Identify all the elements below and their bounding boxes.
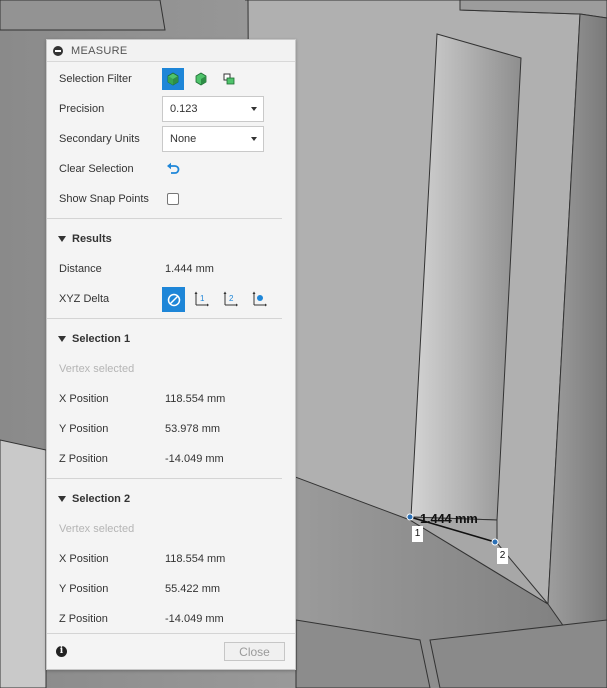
selection-2-section-header[interactable]: Selection 2 <box>47 484 295 514</box>
panel-footer: i Close <box>47 633 295 669</box>
xyz-delta-none-button[interactable] <box>162 287 185 312</box>
dimension-label: 1.444 mm <box>420 511 478 526</box>
edge-icon <box>223 73 235 85</box>
xyz-delta-1-button[interactable]: 1 <box>190 288 212 310</box>
point-2-tag: 2 <box>497 548 508 564</box>
x-position-value: 118.554 mm <box>165 553 226 565</box>
measure-panel: MEASURE Selection Filter Precision 0.123… <box>46 39 296 670</box>
selection-2-y-row: Y Position 55.422 mm <box>47 574 295 604</box>
measure-point-2[interactable] <box>491 538 499 546</box>
y-position-value: 55.422 mm <box>165 583 221 595</box>
x-position-label: X Position <box>59 393 109 405</box>
selection-2-x-row: X Position 118.554 mm <box>47 544 295 574</box>
x-position-label: X Position <box>59 553 109 565</box>
chevron-down-icon <box>251 137 257 141</box>
selection-1-x-row: X Position 118.554 mm <box>47 384 295 414</box>
y-position-value: 53.978 mm <box>165 423 221 435</box>
x-position-value: 118.554 mm <box>165 393 226 405</box>
point-1-tag: 1 <box>412 526 423 542</box>
y-position-label: Y Position <box>59 583 109 595</box>
axis-delta-1-icon: 1 <box>194 291 209 307</box>
selection-1-status-row: Vertex selected <box>47 354 295 384</box>
measure-point-1[interactable] <box>406 513 414 521</box>
triangle-down-icon <box>58 236 66 242</box>
panel-title: MEASURE <box>71 44 128 57</box>
filter-body-button[interactable] <box>162 68 184 90</box>
selection-filter-label: Selection Filter <box>59 73 132 85</box>
show-snap-points-checkbox[interactable] <box>167 193 179 205</box>
clear-selection-row: Clear Selection <box>47 154 295 184</box>
xyz-delta-label: XYZ Delta <box>59 293 110 305</box>
secondary-units-dropdown[interactable]: None <box>162 126 264 152</box>
secondary-units-row: Secondary Units None <box>47 124 295 154</box>
selection-2-title: Selection 2 <box>72 493 131 505</box>
selection-1-title: Selection 1 <box>72 333 131 345</box>
face-cube-icon <box>195 72 207 86</box>
results-section-header[interactable]: Results <box>47 224 295 254</box>
show-snap-points-label: Show Snap Points <box>59 193 149 205</box>
no-delta-icon <box>167 293 180 306</box>
axis-delta-2-icon: 2 <box>223 291 238 307</box>
precision-value: 0.123 <box>170 103 198 115</box>
filter-face-button[interactable] <box>190 68 212 90</box>
z-position-label: Z Position <box>59 453 108 465</box>
xyz-delta-global-button[interactable] <box>248 288 270 310</box>
close-button[interactable]: Close <box>224 642 285 661</box>
body-cube-icon <box>167 72 179 86</box>
triangle-down-icon <box>58 496 66 502</box>
z-position-value: -14.049 mm <box>165 613 224 625</box>
z-position-value: -14.049 mm <box>165 453 224 465</box>
selection-1-y-row: Y Position 53.978 mm <box>47 414 295 444</box>
distance-value: 1.444 mm <box>165 263 214 275</box>
selection-2-z-row: Z Position -14.049 mm <box>47 604 295 634</box>
filter-edge-button[interactable] <box>218 68 240 90</box>
selection-2-status-row: Vertex selected <box>47 514 295 544</box>
distance-row: Distance 1.444 mm <box>47 254 295 284</box>
selection-filter-row: Selection Filter <box>47 64 295 94</box>
show-snap-points-row: Show Snap Points <box>47 184 295 214</box>
selection-1-z-row: Z Position -14.049 mm <box>47 444 295 474</box>
z-position-label: Z Position <box>59 613 108 625</box>
precision-dropdown[interactable]: 0.123 <box>162 96 264 122</box>
selection-2-status: Vertex selected <box>59 523 135 535</box>
panel-header: MEASURE <box>47 40 295 62</box>
xyz-delta-2-button[interactable]: 2 <box>219 288 241 310</box>
divider <box>47 218 282 219</box>
selection-1-section-header[interactable]: Selection 1 <box>47 324 295 354</box>
divider <box>47 478 282 479</box>
svg-text:2: 2 <box>229 294 234 303</box>
xyz-delta-row: XYZ Delta 1 2 <box>47 284 295 314</box>
precision-label: Precision <box>59 103 105 115</box>
distance-label: Distance <box>59 263 102 275</box>
clear-selection-button[interactable] <box>162 158 184 180</box>
collapse-icon[interactable] <box>53 45 63 56</box>
clear-selection-label: Clear Selection <box>59 163 134 175</box>
results-title: Results <box>72 233 112 245</box>
selection-1-status: Vertex selected <box>59 363 135 375</box>
y-position-label: Y Position <box>59 423 109 435</box>
divider <box>47 318 282 319</box>
global-axis-icon <box>252 291 267 307</box>
svg-text:1: 1 <box>200 294 205 303</box>
chevron-down-icon <box>251 107 257 111</box>
secondary-units-label: Secondary Units <box>59 133 140 145</box>
undo-arrow-icon <box>167 162 180 174</box>
triangle-down-icon <box>58 336 66 342</box>
precision-row: Precision 0.123 <box>47 94 295 124</box>
secondary-units-value: None <box>170 133 197 145</box>
info-icon[interactable]: i <box>56 646 67 657</box>
